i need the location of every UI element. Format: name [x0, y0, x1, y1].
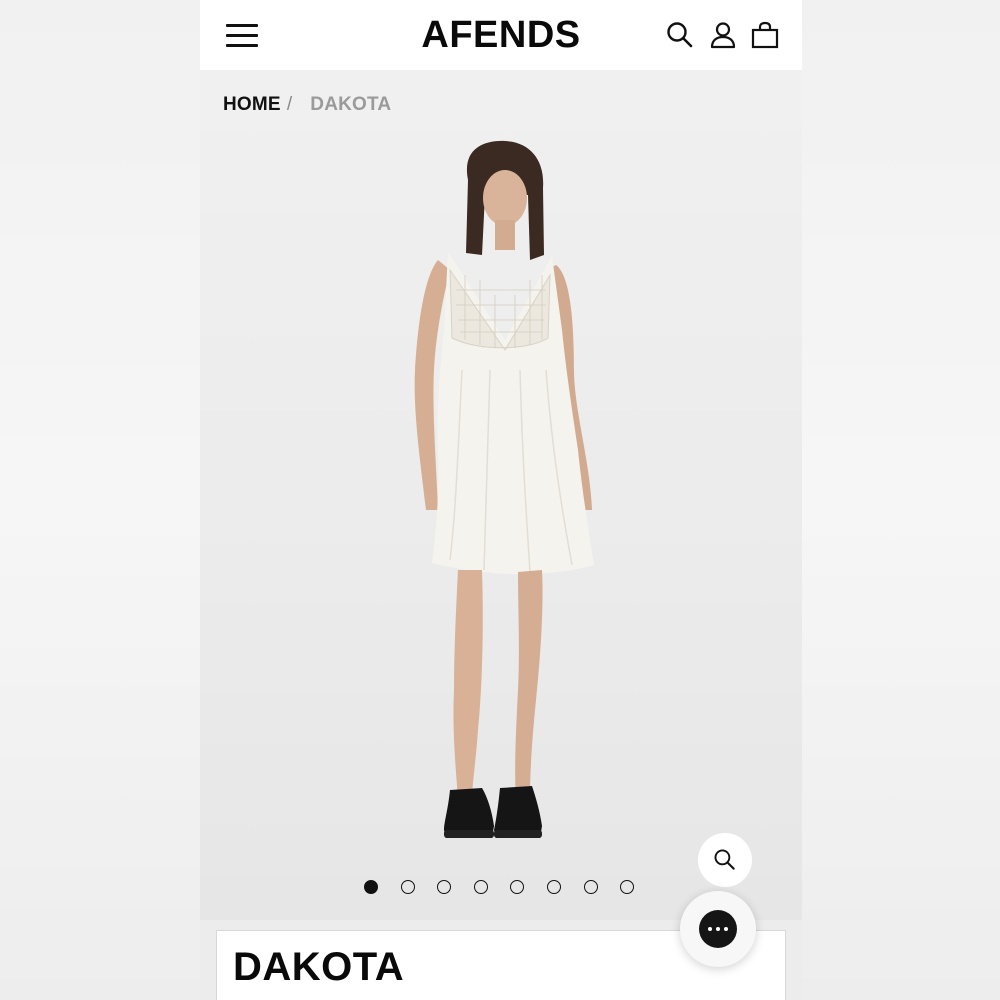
gallery-dot[interactable] [400, 880, 415, 894]
site-header: AFENDS [200, 0, 802, 70]
gallery-dot[interactable] [473, 880, 488, 894]
breadcrumb-separator: / [286, 94, 293, 115]
chat-icon [699, 910, 737, 948]
search-icon[interactable] [665, 20, 695, 50]
account-icon[interactable] [708, 20, 738, 50]
breadcrumb: HOME / DAKOTA [223, 94, 391, 116]
zoom-button[interactable] [698, 833, 752, 887]
breadcrumb-current: DAKOTA [310, 94, 392, 115]
phone-frame: AFENDS HOME / DAKOTA DAKOTA [200, 0, 802, 1000]
breadcrumb-home[interactable]: HOME [223, 94, 281, 115]
gallery-dot[interactable] [437, 880, 452, 894]
gallery-dot[interactable] [510, 880, 525, 894]
magnifier-icon [714, 849, 735, 870]
product-image [414, 140, 594, 838]
bag-icon[interactable] [750, 20, 780, 50]
gallery-pagination [364, 880, 657, 894]
gallery-dot[interactable] [583, 880, 598, 894]
gallery-dot[interactable] [620, 880, 635, 894]
chat-button[interactable] [680, 891, 756, 967]
gallery-dot[interactable] [364, 880, 378, 894]
product-title: DAKOTA [233, 945, 405, 989]
gallery-dot[interactable] [546, 880, 561, 894]
